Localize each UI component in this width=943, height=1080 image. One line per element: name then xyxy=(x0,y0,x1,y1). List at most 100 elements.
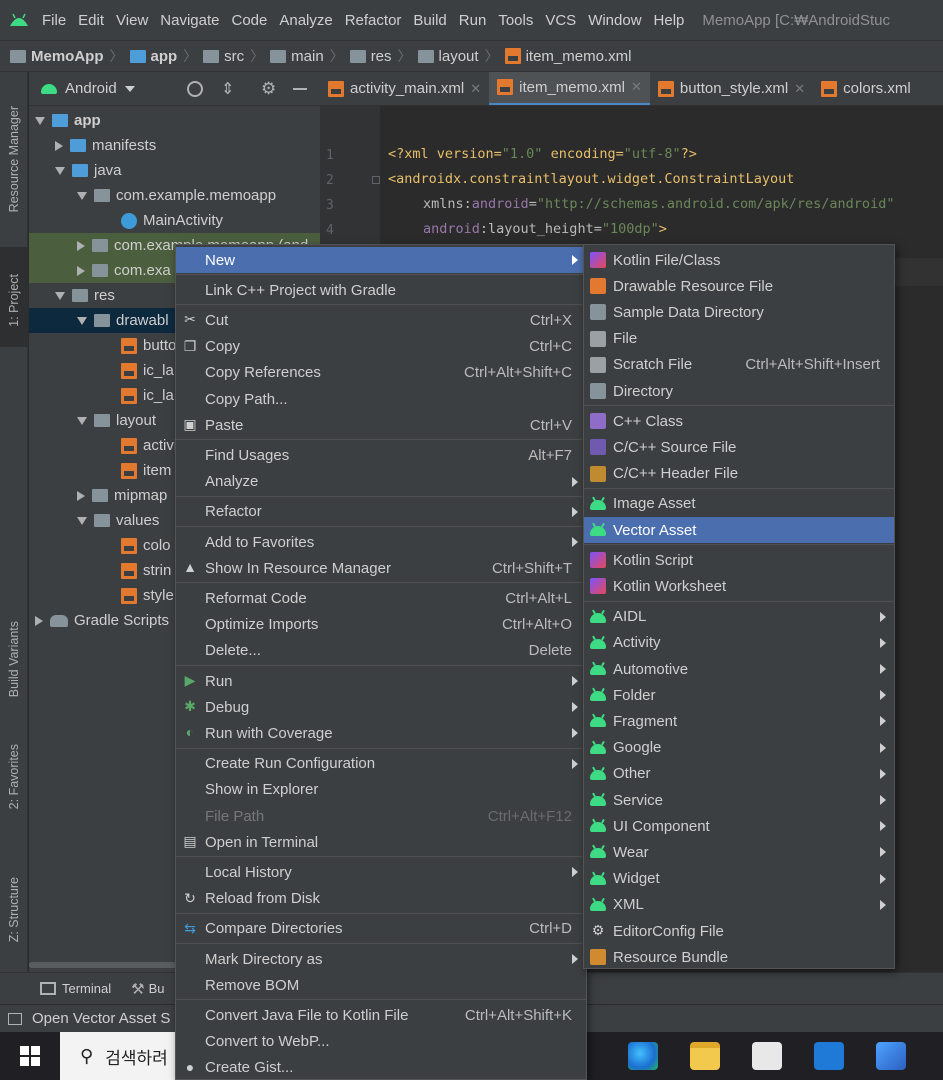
tree-item-app[interactable]: app xyxy=(29,108,320,133)
new-file[interactable]: File xyxy=(584,326,894,352)
ctx-show-in-explorer[interactable]: Show in Explorer xyxy=(176,777,586,803)
ctx-mark-directory-as[interactable]: Mark Directory as xyxy=(176,946,586,972)
ctx-paste[interactable]: ▣ Paste Ctrl+V xyxy=(176,412,586,438)
tab-activity-main[interactable]: activity_main.xml ✕ xyxy=(320,72,489,105)
new-resource-bundle[interactable]: Resource Bundle xyxy=(584,944,894,970)
photos-icon[interactable] xyxy=(876,1042,906,1070)
tab-favorites[interactable]: 2: Favorites xyxy=(0,737,28,837)
file-explorer-icon[interactable] xyxy=(690,1042,720,1070)
collapse-all-icon[interactable]: ⇕ xyxy=(221,79,234,99)
view-selector[interactable]: Android xyxy=(65,80,117,97)
new-scratch-file[interactable]: Scratch File Ctrl+Alt+Shift+Insert xyxy=(584,352,894,378)
new-automotive[interactable]: Automotive xyxy=(584,656,894,682)
new-kotlin-file-class[interactable]: Kotlin File/Class xyxy=(584,247,894,273)
new-activity[interactable]: Activity xyxy=(584,630,894,656)
locate-icon[interactable] xyxy=(187,80,203,97)
ctx-run[interactable]: ▶ Run xyxy=(176,668,586,694)
menu-analyze[interactable]: Analyze xyxy=(279,12,332,29)
new-ui-component[interactable]: UI Component xyxy=(584,813,894,839)
terminal-tab[interactable]: Terminal xyxy=(62,981,111,996)
ctx-link-c-project-with-gradle[interactable]: Link C++ Project with Gradle xyxy=(176,277,586,303)
ctx-reformat-code[interactable]: Reformat Code Ctrl+Alt+L xyxy=(176,585,586,611)
new-editorconfig-file[interactable]: ⚙ EditorConfig File xyxy=(584,918,894,944)
ctx-local-history[interactable]: Local History xyxy=(176,859,586,885)
tab-colors[interactable]: colors.xml xyxy=(813,72,919,105)
minimize-icon[interactable] xyxy=(293,88,307,90)
ctx-analyze[interactable]: Analyze xyxy=(176,469,586,495)
tab-structure[interactable]: Z: Structure xyxy=(0,862,28,962)
chevron-down-icon[interactable] xyxy=(124,85,135,92)
new-google[interactable]: Google xyxy=(584,735,894,761)
new-service[interactable]: Service xyxy=(584,787,894,813)
new-image-asset[interactable]: Image Asset xyxy=(584,491,894,517)
new-kotlin-script[interactable]: Kotlin Script xyxy=(584,547,894,573)
ctx-run-with-coverage[interactable]: ◐ Run with Coverage xyxy=(176,720,586,746)
new-aidl[interactable]: AIDL xyxy=(584,604,894,630)
ctx-debug[interactable]: ✱ Debug xyxy=(176,694,586,720)
store-icon[interactable] xyxy=(752,1042,782,1070)
ctx-copy[interactable]: ❐ Copy Ctrl+C xyxy=(176,334,586,360)
new-kotlin-worksheet[interactable]: Kotlin Worksheet xyxy=(584,573,894,599)
ctx-compare-directories[interactable]: ⇆ Compare Directories Ctrl+D xyxy=(176,916,586,942)
tab-item-memo[interactable]: item_memo.xml ✕ xyxy=(489,72,650,105)
new-sample-data-directory[interactable]: Sample Data Directory xyxy=(584,299,894,325)
menu-tools[interactable]: Tools xyxy=(498,12,533,29)
menu-build[interactable]: Build xyxy=(413,12,446,29)
ctx-create-run-configuration[interactable]: Create Run Configuration xyxy=(176,751,586,777)
ctx-cut[interactable]: ✂ Cut Ctrl+X xyxy=(176,307,586,333)
tab-button-style[interactable]: button_style.xml ✕ xyxy=(650,72,813,105)
new-xml[interactable]: XML xyxy=(584,892,894,918)
menu-view[interactable]: View xyxy=(116,12,148,29)
gear-icon[interactable]: ⚙ xyxy=(261,79,276,99)
new-c-c-source-file[interactable]: C/C++ Source File xyxy=(584,434,894,460)
close-icon[interactable]: ✕ xyxy=(470,81,481,97)
ctx-create-gist[interactable]: ● Create Gist... xyxy=(176,1055,586,1080)
ctx-new[interactable]: New xyxy=(176,247,586,274)
tab-build-variants[interactable]: Build Variants xyxy=(0,602,28,717)
ctx-reload-from-disk[interactable]: ↻ Reload from Disk xyxy=(176,886,586,912)
close-icon[interactable]: ✕ xyxy=(794,81,805,97)
ctx-convert-java-file-to-kotlin-file[interactable]: Convert Java File to Kotlin File Ctrl+Alt… xyxy=(176,1002,586,1028)
menu-window[interactable]: Window xyxy=(588,12,641,29)
breadcrumb-app[interactable]: app xyxy=(129,48,177,65)
new-c-class[interactable]: C++ Class xyxy=(584,408,894,434)
new-drawable-resource-file[interactable]: Drawable Resource File xyxy=(584,273,894,299)
ctx-delete[interactable]: Delete... Delete xyxy=(176,638,586,664)
ctx-find-usages[interactable]: Find Usages Alt+F7 xyxy=(176,442,586,468)
ctx-optimize-imports[interactable]: Optimize Imports Ctrl+Alt+O xyxy=(176,612,586,638)
new-wear[interactable]: Wear xyxy=(584,839,894,865)
ctx-copy-references[interactable]: Copy References Ctrl+Alt+Shift+C xyxy=(176,360,586,386)
fold-marker-icon[interactable] xyxy=(372,176,380,184)
tab-project[interactable]: 1: Project xyxy=(0,247,28,347)
tree-item-package[interactable]: com.example.memoapp xyxy=(29,183,320,208)
menu-code[interactable]: Code xyxy=(231,12,267,29)
tree-item-mainactivity[interactable]: MainActivity xyxy=(29,208,320,233)
tab-resource-manager[interactable]: Resource Manager xyxy=(0,82,28,232)
edge-browser-icon[interactable] xyxy=(628,1042,658,1070)
menu-refactor[interactable]: Refactor xyxy=(345,12,402,29)
new-directory[interactable]: Directory xyxy=(584,378,894,404)
new-other[interactable]: Other xyxy=(584,761,894,787)
breadcrumb-layout[interactable]: layout xyxy=(417,48,479,65)
breadcrumb-main[interactable]: main xyxy=(270,48,324,65)
ctx-convert-to-webp[interactable]: Convert to WebP... xyxy=(176,1029,586,1055)
new-widget[interactable]: Widget xyxy=(584,866,894,892)
menu-vcs[interactable]: VCS xyxy=(545,12,576,29)
breadcrumb-file[interactable]: item_memo.xml xyxy=(504,48,631,65)
mail-icon[interactable] xyxy=(814,1042,844,1070)
new-vector-asset[interactable]: Vector Asset xyxy=(584,517,894,544)
build-tab[interactable]: Bu xyxy=(149,981,165,996)
new-fragment[interactable]: Fragment xyxy=(584,708,894,734)
menu-file[interactable]: File xyxy=(42,12,66,29)
menu-edit[interactable]: Edit xyxy=(78,12,104,29)
new-c-c-header-file[interactable]: C/C++ Header File xyxy=(584,461,894,487)
horizontal-scrollbar[interactable] xyxy=(29,962,179,968)
ctx-add-to-favorites[interactable]: Add to Favorites xyxy=(176,529,586,555)
tree-item-manifests[interactable]: manifests xyxy=(29,133,320,158)
breadcrumb-res[interactable]: res xyxy=(349,48,392,65)
breadcrumb-project[interactable]: MemoApp xyxy=(10,48,104,65)
menu-run[interactable]: Run xyxy=(459,12,487,29)
ctx-open-in-terminal[interactable]: ▤ Open in Terminal xyxy=(176,829,586,855)
ctx-remove-bom[interactable]: Remove BOM xyxy=(176,972,586,998)
ctx-refactor[interactable]: Refactor xyxy=(176,499,586,525)
